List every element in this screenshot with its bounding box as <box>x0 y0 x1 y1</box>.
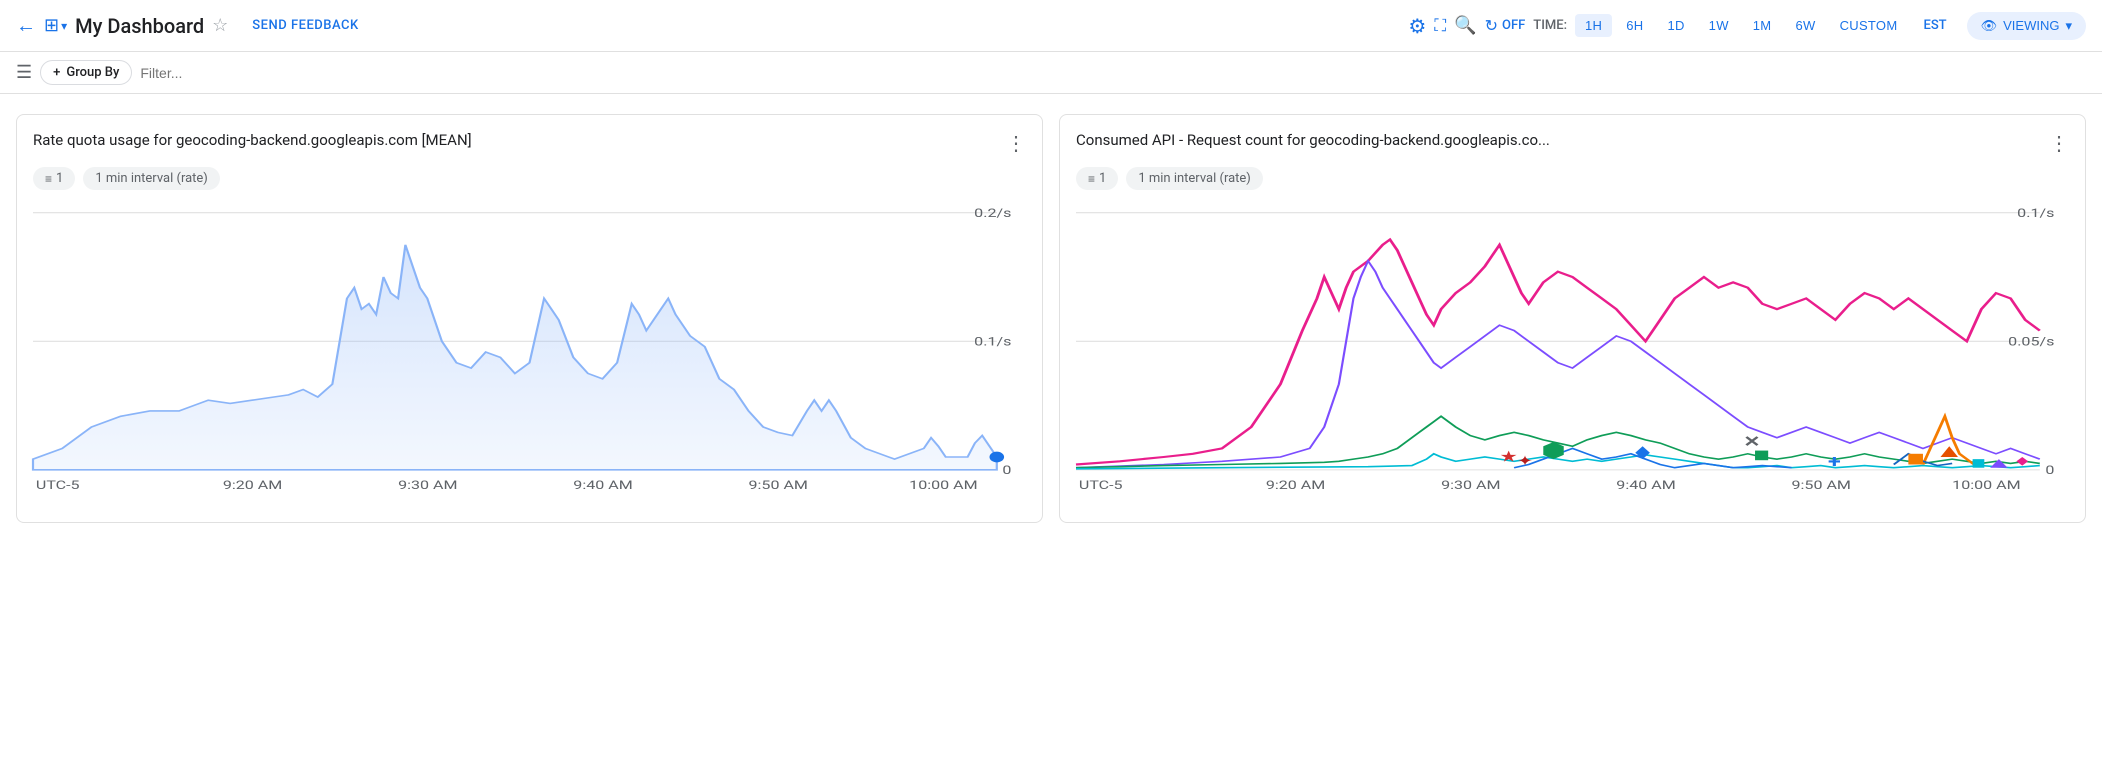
interval-1-label: 1 min interval (rate) <box>95 171 208 186</box>
svg-text:UTC-5: UTC-5 <box>1079 479 1123 492</box>
svg-text:0.1/s: 0.1/s <box>2017 207 2054 220</box>
menu-icon[interactable]: ☰ <box>16 62 32 83</box>
viewing-button[interactable]: 👁 VIEWING ▾ <box>1967 12 2086 40</box>
chart-2-filter-badge[interactable]: ≡ 1 <box>1076 167 1118 190</box>
refresh-icon: ↻ <box>1485 16 1498 35</box>
filter-bar: ☰ + Group By <box>0 52 2102 94</box>
chart-card-2: Consumed API - Request count for geocodi… <box>1059 114 2086 523</box>
group-by-label: Group By <box>66 65 119 80</box>
time-6h-button[interactable]: 6H <box>1616 14 1653 37</box>
chart-2-interval-badge[interactable]: 1 min interval (rate) <box>1126 167 1263 190</box>
time-1w-button[interactable]: 1W <box>1699 14 1739 37</box>
page-title: My Dashboard <box>75 14 204 38</box>
filter-icon: ≡ <box>45 172 52 186</box>
svg-text:9:50 AM: 9:50 AM <box>1792 479 1851 492</box>
star-icon[interactable]: ☆ <box>212 15 228 36</box>
header-left: ← ⊞▾ My Dashboard ☆ SEND FEEDBACK <box>16 13 1400 38</box>
interval-2-label: 1 min interval (rate) <box>1138 171 1251 186</box>
badge-2-count: 1 <box>1099 171 1106 186</box>
svg-text:9:20 AM: 9:20 AM <box>223 479 282 492</box>
auto-refresh-label: OFF <box>1502 18 1525 33</box>
svg-text:9:30 AM: 9:30 AM <box>1441 479 1500 492</box>
chart-2-header: Consumed API - Request count for geocodi… <box>1076 131 2069 155</box>
svg-text:UTC-5: UTC-5 <box>36 479 80 492</box>
chart-2-area: 0.1/s 0.05/s 0 <box>1076 202 2069 506</box>
filter-icon-2: ≡ <box>1088 172 1095 186</box>
time-label: TIME: <box>1533 18 1567 33</box>
chart-card-1: Rate quota usage for geocoding-backend.g… <box>16 114 1043 523</box>
chart-2-svg: 0.1/s 0.05/s 0 <box>1076 202 2069 502</box>
svg-text:0.05/s: 0.05/s <box>2008 336 2054 349</box>
svg-text:9:40 AM: 9:40 AM <box>573 479 632 492</box>
time-6w-button[interactable]: 6W <box>1785 14 1825 37</box>
chart-1-more-icon[interactable]: ⋮ <box>1006 131 1026 155</box>
time-1d-button[interactable]: 1D <box>1657 14 1694 37</box>
svg-text:✦: ✦ <box>1517 454 1533 470</box>
header-right: TIME: 1H 6H 1D 1W 1M 6W CUSTOM EST 👁 VIE… <box>1533 12 2086 40</box>
svg-text:★: ★ <box>1499 448 1517 466</box>
svg-text:0.2/s: 0.2/s <box>974 207 1011 220</box>
search-icon[interactable]: 🔍 <box>1454 15 1476 36</box>
time-1h-button[interactable]: 1H <box>1575 14 1612 37</box>
send-feedback-button[interactable]: SEND FEEDBACK <box>252 18 358 33</box>
dashboard-icon[interactable]: ⊞▾ <box>44 15 67 36</box>
settings-icon[interactable]: ⚙ <box>1408 14 1426 38</box>
time-1m-button[interactable]: 1M <box>1743 14 1782 37</box>
group-by-button[interactable]: + Group By <box>40 60 132 85</box>
chart-1-filter-badge[interactable]: ≡ 1 <box>33 167 75 190</box>
timezone-button[interactable]: EST <box>1915 14 1954 37</box>
header: ← ⊞▾ My Dashboard ☆ SEND FEEDBACK ⚙ ⛶ 🔍 … <box>0 0 2102 52</box>
svg-text:9:30 AM: 9:30 AM <box>398 479 457 492</box>
svg-text:+: + <box>1828 453 1841 473</box>
chart-2-title: Consumed API - Request count for geocodi… <box>1076 131 2049 149</box>
svg-text:9:50 AM: 9:50 AM <box>749 479 808 492</box>
auto-refresh-button[interactable]: ↻ OFF <box>1485 16 1526 35</box>
chart-1-header: Rate quota usage for geocoding-backend.g… <box>33 131 1026 155</box>
badge-1-label: 1 <box>56 171 63 186</box>
svg-text:10:00 AM: 10:00 AM <box>909 479 977 492</box>
chart-1-title: Rate quota usage for geocoding-backend.g… <box>33 131 1006 149</box>
fullscreen-icon[interactable]: ⛶ <box>1434 16 1446 36</box>
svg-text:9:40 AM: 9:40 AM <box>1616 479 1675 492</box>
plus-icon: + <box>53 65 60 80</box>
chart-1-badges: ≡ 1 1 min interval (rate) <box>33 167 1026 190</box>
time-custom-button[interactable]: CUSTOM <box>1830 14 1908 37</box>
header-center: ⚙ ⛶ 🔍 ↻ OFF <box>1408 14 1525 38</box>
chart-2-badges: ≡ 1 1 min interval (rate) <box>1076 167 2069 190</box>
main-content: Rate quota usage for geocoding-backend.g… <box>0 94 2102 543</box>
chart-1-svg: 0.2/s 0.1/s 0 UTC-5 9:20 AM 9:30 AM <box>33 202 1026 502</box>
svg-text:0: 0 <box>1002 464 1011 477</box>
viewing-label: VIEWING <box>2003 18 2059 33</box>
viewing-dropdown-icon: ▾ <box>2065 18 2072 34</box>
svg-text:10:00 AM: 10:00 AM <box>1952 479 2020 492</box>
chart-2-more-icon[interactable]: ⋮ <box>2049 131 2069 155</box>
svg-text:9:20 AM: 9:20 AM <box>1266 479 1325 492</box>
viewing-icon: 👁 <box>1981 18 1998 34</box>
svg-text:✕: ✕ <box>1743 433 1760 451</box>
chart-1-interval-badge[interactable]: 1 min interval (rate) <box>83 167 220 190</box>
back-button[interactable]: ← <box>16 13 36 38</box>
filter-input[interactable] <box>140 65 340 81</box>
chart-1-area: 0.2/s 0.1/s 0 UTC-5 9:20 AM 9:30 AM <box>33 202 1026 506</box>
svg-text:0: 0 <box>2045 464 2054 477</box>
svg-text:0.1/s: 0.1/s <box>974 336 1011 349</box>
